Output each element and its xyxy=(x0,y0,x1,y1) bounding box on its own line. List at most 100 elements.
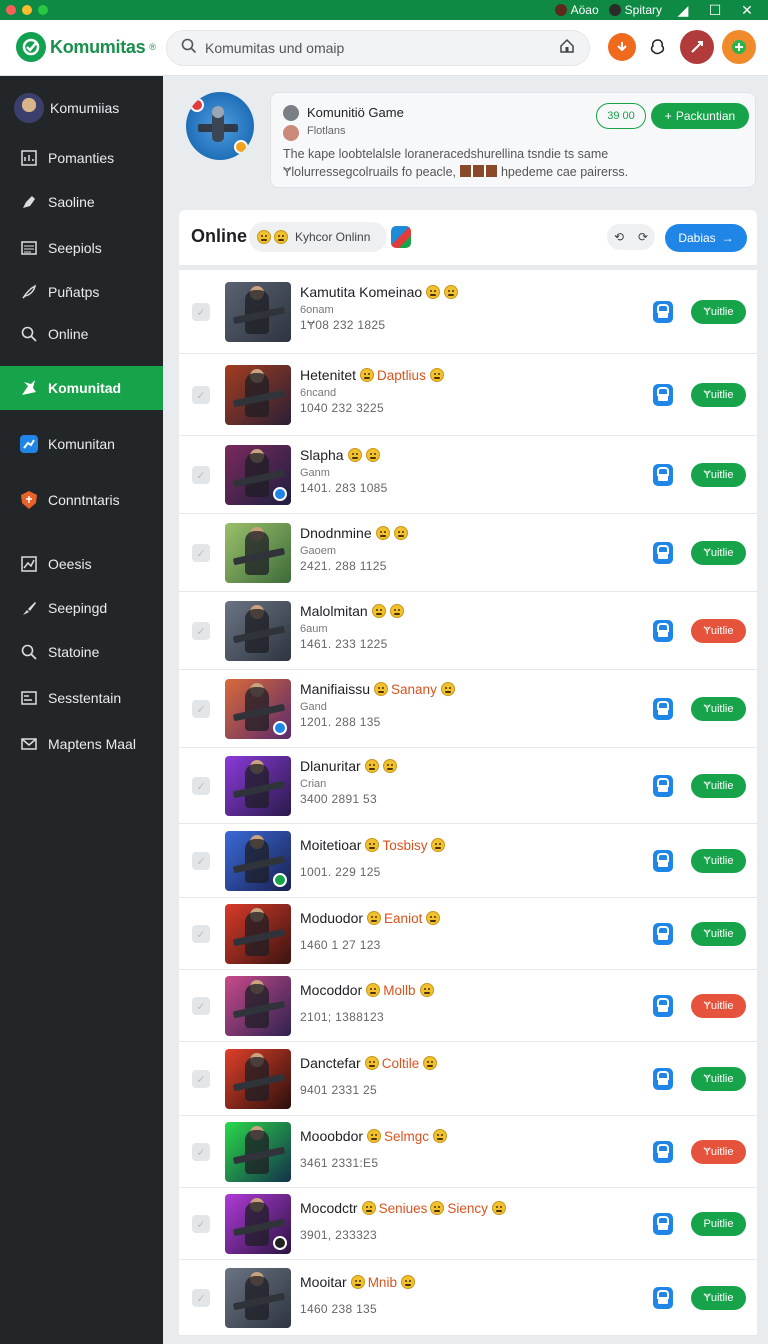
game-thumbnail[interactable] xyxy=(225,904,291,964)
search-input[interactable]: Komumitas und omaip xyxy=(166,30,590,66)
status-button[interactable]: Ɏuitlie xyxy=(691,300,746,324)
game-thumbnail[interactable] xyxy=(225,756,291,816)
status-button[interactable]: Ɏuitlie xyxy=(691,1286,746,1310)
refresh-controls[interactable]: ⟲ ⟳ xyxy=(607,224,655,250)
user-avatar[interactable] xyxy=(680,30,714,64)
status-button[interactable]: Puitlie xyxy=(691,1212,746,1236)
table-row[interactable]: ✓ Manifiaissu Sanany Gand 1201. 288 135 Ɏuitl… xyxy=(179,670,757,748)
table-row[interactable]: ✓ Mocodctr Seniues Siency 3901, 233323 Puitli… xyxy=(179,1188,757,1260)
online-filter-pill[interactable]: Kyhcor Onlinn xyxy=(249,222,387,252)
game-thumbnail[interactable] xyxy=(225,1049,291,1109)
table-row[interactable]: ✓ Hetenitet Daptlius 6ncand 1040 232 3225 Ɏui… xyxy=(179,354,757,436)
table-row[interactable]: ✓ Kamutita Komeinao 6onam 1Ɏ08 232 1825 Ɏuit… xyxy=(179,270,757,354)
row-checkbox[interactable]: ✓ xyxy=(192,700,210,718)
status-button[interactable]: Ɏuitlie xyxy=(691,619,746,643)
row-checkbox[interactable]: ✓ xyxy=(192,466,210,484)
row-checkbox[interactable]: ✓ xyxy=(192,303,210,321)
lock-icon[interactable] xyxy=(653,301,673,323)
lock-icon[interactable] xyxy=(653,923,673,945)
sidebar-item-online[interactable]: Online xyxy=(0,314,163,354)
status-button[interactable]: Ɏuitlie xyxy=(691,463,746,487)
profile-avatar[interactable] xyxy=(186,92,254,160)
sidebar-item-oeesis[interactable]: Oeesis xyxy=(0,544,163,584)
refresh-icon[interactable]: ⟲ xyxy=(614,230,624,244)
minimize-dot[interactable] xyxy=(22,5,32,15)
follow-button[interactable]: + Packuntian xyxy=(651,103,749,129)
game-thumbnail[interactable] xyxy=(225,831,291,891)
notification-icon[interactable] xyxy=(644,33,672,61)
sidebar-item-seepingd[interactable]: Seepingd xyxy=(0,588,163,628)
row-checkbox[interactable]: ✓ xyxy=(192,777,210,795)
row-checkbox[interactable]: ✓ xyxy=(192,544,210,562)
lock-icon[interactable] xyxy=(653,620,673,642)
row-checkbox[interactable]: ✓ xyxy=(192,622,210,640)
secondary-avatar[interactable] xyxy=(722,30,756,64)
close-dot[interactable] xyxy=(6,5,16,15)
sidebar-user[interactable]: Komumiias xyxy=(0,88,163,128)
game-thumbnail[interactable] xyxy=(225,601,291,661)
row-checkbox[interactable]: ✓ xyxy=(192,852,210,870)
home-icon[interactable] xyxy=(559,38,575,59)
table-row[interactable]: ✓ Dnodnmine Gaoem 2421. 288 1125 Ɏuitlie xyxy=(179,514,757,592)
lock-icon[interactable] xyxy=(653,464,673,486)
status-button[interactable]: Ɏuitlie xyxy=(691,849,746,873)
sidebar-item-komunitad[interactable]: Komunitad xyxy=(0,366,163,410)
game-thumbnail[interactable] xyxy=(225,282,291,342)
minimize-icon[interactable]: ◢ xyxy=(672,2,694,19)
lock-icon[interactable] xyxy=(653,542,673,564)
game-thumbnail[interactable] xyxy=(225,1122,291,1182)
maximize-icon[interactable]: ☐ xyxy=(704,2,726,19)
lock-icon[interactable] xyxy=(653,775,673,797)
status-button[interactable]: Ɏuitlie xyxy=(691,1140,746,1164)
game-thumbnail[interactable] xyxy=(225,1268,291,1328)
sidebar-item-conntntaris[interactable]: Conntntaris xyxy=(0,480,163,520)
zoom-dot[interactable] xyxy=(38,5,48,15)
table-row[interactable]: ✓ Danctefar Coltile 9401 2331 25 Ɏuitlie xyxy=(179,1042,757,1116)
sync-icon[interactable]: ⟳ xyxy=(638,230,648,244)
sidebar-item-saoline[interactable]: Saoline xyxy=(0,182,163,222)
row-checkbox[interactable]: ✓ xyxy=(192,925,210,943)
game-thumbnail[interactable] xyxy=(225,679,291,739)
row-checkbox[interactable]: ✓ xyxy=(192,1143,210,1161)
sidebar-item-komunitan[interactable]: Komunitan xyxy=(0,424,163,464)
row-checkbox[interactable]: ✓ xyxy=(192,1070,210,1088)
close-icon[interactable]: ✕ xyxy=(736,2,758,19)
game-thumbnail[interactable] xyxy=(225,976,291,1036)
lock-icon[interactable] xyxy=(653,1068,673,1090)
game-thumbnail[interactable] xyxy=(225,365,291,425)
sidebar-item-seepiols[interactable]: Seepiols xyxy=(0,228,163,268)
status-button[interactable]: Ɏuitlie xyxy=(691,541,746,565)
table-row[interactable]: ✓ Malolmitan 6aum 1461. 233 1225 Ɏuitlie xyxy=(179,592,757,670)
follower-count[interactable]: 39 00 xyxy=(596,103,646,129)
game-thumbnail[interactable] xyxy=(225,1194,291,1254)
status-button[interactable]: Ɏuitlie xyxy=(691,994,746,1018)
row-checkbox[interactable]: ✓ xyxy=(192,386,210,404)
status-button[interactable]: Ɏuitlie xyxy=(691,774,746,798)
lock-icon[interactable] xyxy=(653,698,673,720)
row-checkbox[interactable]: ✓ xyxy=(192,1215,210,1233)
lock-icon[interactable] xyxy=(653,850,673,872)
table-row[interactable]: ✓ Slapha Ganm 1401. 283 1085 Ɏuitlie xyxy=(179,436,757,514)
app-logo[interactable]: Komumitas ® xyxy=(16,32,156,62)
status-button[interactable]: Ɏuitlie xyxy=(691,697,746,721)
sidebar-item-pomanties[interactable]: Pomanties xyxy=(0,138,163,178)
status-button[interactable]: Ɏuitlie xyxy=(691,383,746,407)
lock-icon[interactable] xyxy=(653,1287,673,1309)
game-thumbnail[interactable] xyxy=(225,445,291,505)
status-button[interactable]: Ɏuitlie xyxy=(691,1067,746,1091)
lock-icon[interactable] xyxy=(653,1213,673,1235)
game-thumbnail[interactable] xyxy=(225,523,291,583)
sidebar-item-statoine[interactable]: Statoine xyxy=(0,632,163,672)
table-row[interactable]: ✓ Moitetioar Tosbisy 1001. 229 125 Ɏuitlie xyxy=(179,824,757,898)
table-row[interactable]: ✓ Moduodor Eaniot 1460 1 27 123 Ɏuitlie xyxy=(179,898,757,970)
row-checkbox[interactable]: ✓ xyxy=(192,997,210,1015)
lock-icon[interactable] xyxy=(653,384,673,406)
sidebar-item-maptens-maal[interactable]: Maptens Maal xyxy=(0,724,163,764)
sidebar-item-pu-atps[interactable]: Puñatps xyxy=(0,272,163,312)
table-row[interactable]: ✓ Mooitar Mnib 1460 238 135 Ɏuitlie xyxy=(179,1260,757,1336)
table-row[interactable]: ✓ Mooobdor Selmgc 3461 2331:E5 Ɏuitlie xyxy=(179,1116,757,1188)
row-checkbox[interactable]: ✓ xyxy=(192,1289,210,1307)
table-row[interactable]: ✓ Dlanuritar Crian 3400 2891 53 Ɏuitlie xyxy=(179,748,757,824)
lock-icon[interactable] xyxy=(653,995,673,1017)
details-button[interactable]: Dabias → xyxy=(665,224,747,252)
